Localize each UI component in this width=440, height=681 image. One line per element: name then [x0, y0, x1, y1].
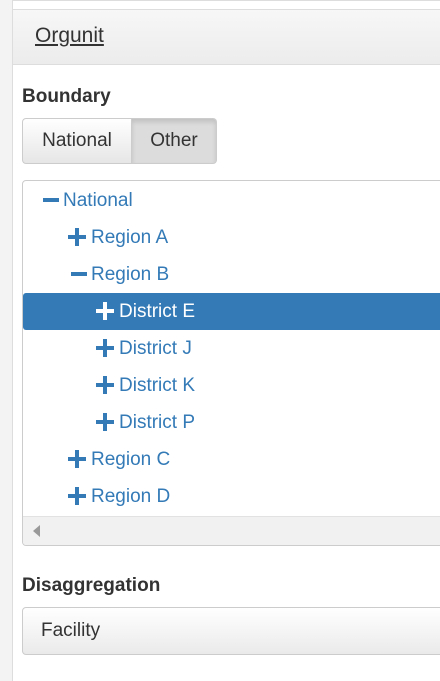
tree-node-label[interactable]: Region A — [91, 219, 168, 256]
expand-icon[interactable] — [68, 228, 86, 246]
collapse-icon[interactable] — [43, 191, 61, 209]
expand-icon[interactable] — [96, 413, 114, 431]
expand-icon[interactable] — [68, 487, 86, 505]
tree-node-label[interactable]: National — [63, 182, 133, 219]
expand-icon[interactable] — [96, 302, 114, 320]
horizontal-scrollbar[interactable] — [23, 516, 440, 545]
expand-icon[interactable] — [68, 450, 86, 468]
tree-node-label[interactable]: Region C — [91, 441, 170, 478]
tree-node-district-e[interactable]: District E — [23, 293, 440, 330]
boundary-other-button[interactable]: Other — [132, 118, 217, 164]
tree-node-region-b[interactable]: Region B — [23, 256, 440, 293]
tree-node-label[interactable]: District P — [119, 404, 195, 441]
panel-heading: Orgunit — [13, 9, 440, 65]
tree-node-label[interactable]: District K — [119, 367, 195, 404]
tree-node-label[interactable]: Region D — [91, 478, 170, 515]
disaggregation-select-value: Facility — [41, 620, 101, 641]
boundary-toggle-group: National Other — [22, 118, 217, 164]
boundary-label: Boundary — [22, 86, 111, 107]
boundary-national-button[interactable]: National — [22, 118, 132, 164]
tree-node-district-j[interactable]: District J — [23, 330, 440, 367]
scroll-left-arrow-icon[interactable] — [33, 525, 40, 537]
tree-node-national[interactable]: National — [23, 182, 440, 219]
tree-node-label[interactable]: District E — [119, 293, 195, 330]
disaggregation-label: Disaggregation — [22, 575, 161, 596]
tree-node-label[interactable]: Region B — [91, 256, 169, 293]
collapse-icon[interactable] — [71, 265, 89, 283]
expand-icon[interactable] — [96, 339, 114, 357]
panel-title-link[interactable]: Orgunit — [35, 24, 104, 48]
tree-node-label[interactable]: District J — [119, 330, 192, 367]
orgunit-tree[interactable]: National Region A Region B District E Di… — [22, 180, 440, 546]
tree-node-district-k[interactable]: District K — [23, 367, 440, 404]
tree-node-district-p[interactable]: District P — [23, 404, 440, 441]
tree-node-region-d[interactable]: Region D — [23, 478, 440, 515]
disaggregation-select[interactable]: Facility — [22, 607, 440, 655]
tree-node-region-a[interactable]: Region A — [23, 219, 440, 256]
expand-icon[interactable] — [96, 376, 114, 394]
tree-node-region-c[interactable]: Region C — [23, 441, 440, 478]
